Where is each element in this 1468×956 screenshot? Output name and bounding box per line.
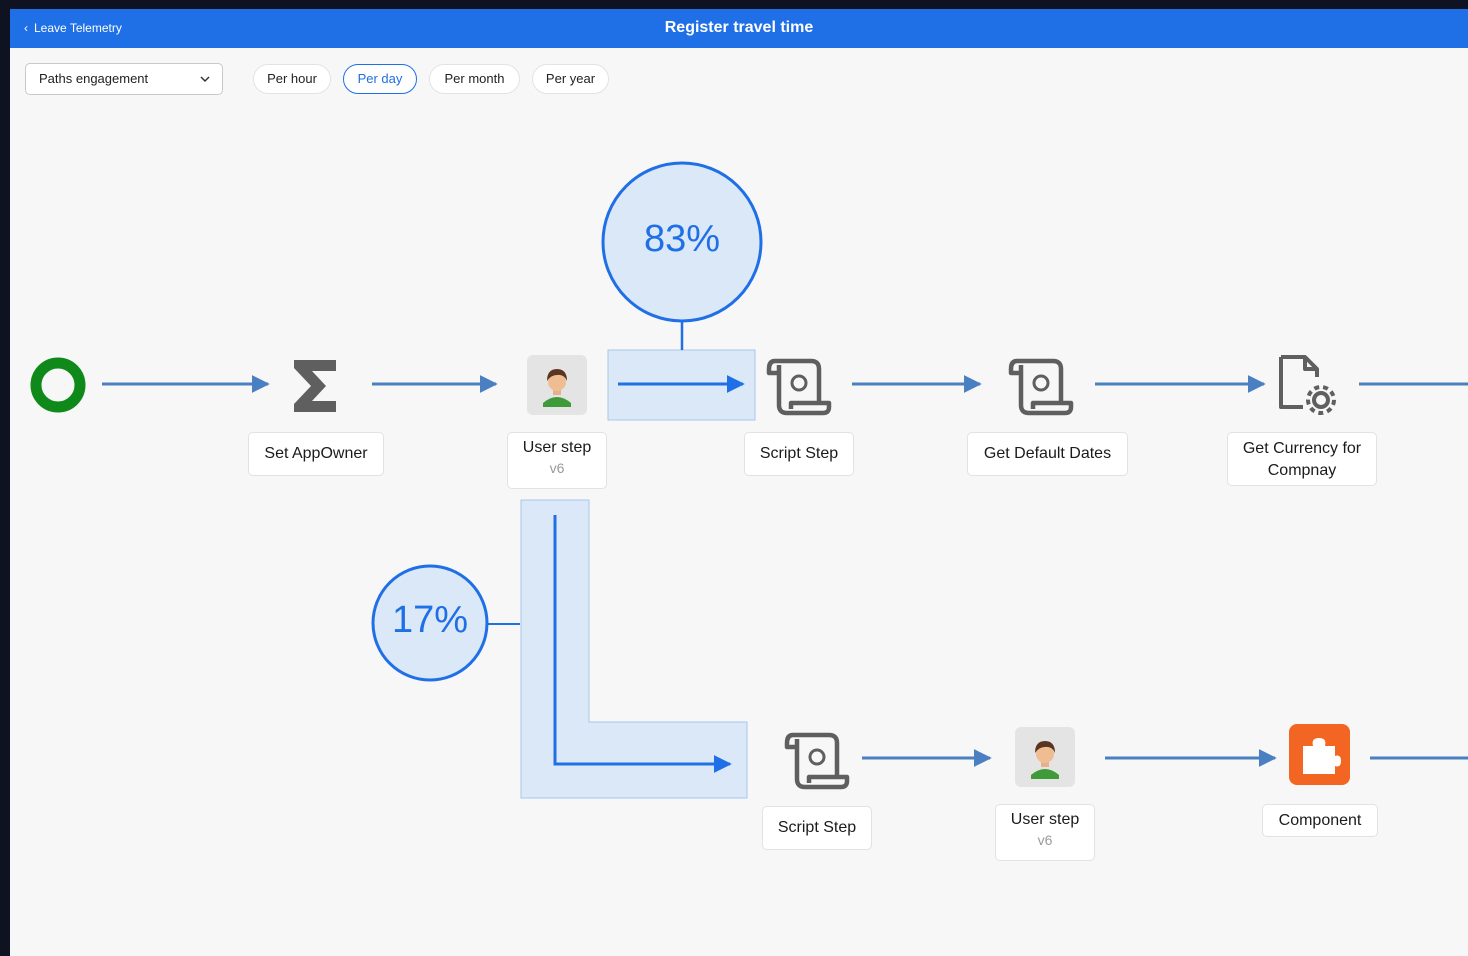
node-get-currency-label[interactable]: Get Currency for Compnay (1227, 432, 1377, 486)
start-node[interactable] (30, 357, 86, 413)
node-script-step-label[interactable]: Script Step (744, 432, 854, 476)
node-user-step-version: v6 (549, 460, 565, 476)
top-percent-value: 83% (643, 218, 721, 260)
user-avatar-icon[interactable] (1015, 727, 1075, 787)
node-user-step-2-name: User step (1010, 811, 1080, 828)
puzzle-icon[interactable] (1289, 724, 1350, 785)
sigma-icon[interactable] (294, 360, 336, 412)
node-component-label[interactable]: Component (1262, 804, 1378, 837)
node-user-step-2-label[interactable]: User step v6 (995, 804, 1095, 861)
app-window: ‹ Leave Telemetry Register travel time Pa… (10, 9, 1468, 956)
node-user-step-label[interactable]: User step v6 (507, 432, 607, 489)
node-script-step-2-label[interactable]: Script Step (762, 806, 872, 850)
node-get-default-dates-label[interactable]: Get Default Dates (967, 432, 1128, 476)
bottom-percent-value: 17% (391, 599, 469, 641)
script-scroll-icon[interactable] (784, 732, 850, 790)
script-scroll-icon[interactable] (1008, 358, 1074, 416)
document-gear-icon[interactable] (1279, 355, 1336, 415)
script-scroll-icon[interactable] (766, 358, 832, 416)
user-avatar-icon[interactable] (527, 355, 587, 415)
node-set-appowner-label[interactable]: Set AppOwner (248, 432, 384, 476)
node-user-step-name: User step (522, 439, 592, 456)
node-user-step-2-version: v6 (1037, 832, 1053, 848)
